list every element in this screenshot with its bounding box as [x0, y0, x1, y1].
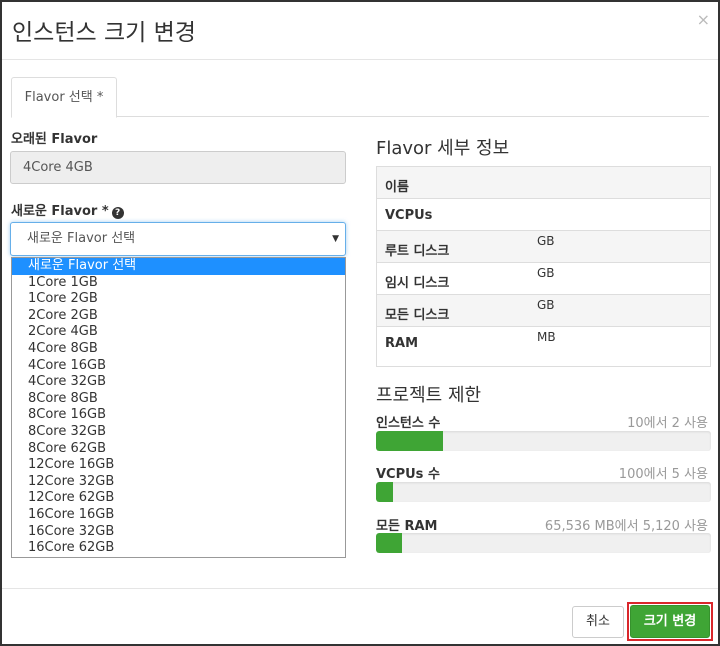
flavor-option[interactable]: 8Core 8GB	[12, 391, 345, 408]
details-unit: GB	[537, 298, 555, 312]
flavor-option[interactable]: 8Core 62GB	[12, 441, 345, 458]
details-row: RAM MB	[377, 327, 710, 359]
flavor-details-title: Flavor 세부 정보	[376, 138, 510, 159]
close-icon[interactable]: ×	[697, 10, 710, 29]
details-row: 임시 디스크 GB	[377, 263, 710, 295]
new-flavor-label: 새로운 Flavor *	[11, 204, 109, 219]
quota-instances-bar	[376, 431, 711, 451]
caret-down-icon: ▼	[332, 234, 339, 244]
flavor-option[interactable]: 4Core 8GB	[12, 341, 345, 358]
quota-ram-fill	[376, 533, 403, 553]
project-limits-title: 프로젝트 제한	[376, 385, 482, 406]
flavor-dropdown-list: 새로운 Flavor 선택 1Core 1GB 1Core 2GB 2Core 2GB…	[11, 257, 346, 558]
details-unit: GB	[537, 234, 555, 248]
flavor-option[interactable]: 2Core 2GB	[12, 308, 345, 325]
details-unit: MB	[537, 330, 556, 344]
flavor-option[interactable]: 2Core 4GB	[12, 324, 345, 341]
help-icon[interactable]: ?	[111, 207, 124, 219]
details-key: 루트 디스크	[385, 244, 450, 259]
details-row: 이름	[377, 167, 710, 199]
quota-instances-value: 10에서 2 사용	[627, 416, 708, 431]
quota-vcpus-label: VCPUs 수	[376, 467, 440, 482]
flavor-option[interactable]: 새로운 Flavor 선택	[12, 258, 345, 275]
details-key: 임시 디스크	[385, 276, 450, 291]
flavor-option[interactable]: 8Core 32GB	[12, 424, 345, 441]
quota-ram-bar	[376, 533, 711, 553]
resize-instance-modal: 인스턴스 크기 변경 × Flavor 선택 * 오래된 Flavor 4Cor…	[0, 0, 720, 646]
tab-bar: Flavor 선택 *	[11, 77, 709, 118]
new-flavor-select[interactable]: 새로운 Flavor 선택 ▼	[10, 222, 346, 256]
flavor-details-table: 이름 VCPUs 루트 디스크 GB 임시 디스크 GB 모든 디스크 GB RAM MB	[376, 166, 711, 367]
quota-ram-value: 65,536 MB에서 5,120 사용	[544, 519, 708, 534]
footer-divider	[2, 588, 718, 589]
details-row: 모든 디스크 GB	[377, 295, 710, 327]
tab-flavor-select[interactable]: Flavor 선택 *	[11, 77, 117, 118]
quota-vcpus-bar	[376, 482, 711, 502]
details-row: 루트 디스크 GB	[377, 231, 710, 263]
flavor-option[interactable]: 4Core 16GB	[12, 358, 345, 375]
quota-vcpus-fill	[376, 482, 393, 502]
flavor-option[interactable]: 16Core 16GB	[12, 507, 345, 524]
details-key: RAM	[385, 336, 419, 351]
details-key: 이름	[385, 180, 409, 195]
resize-submit-button[interactable]: 크기 변경	[630, 605, 710, 638]
details-unit: GB	[537, 266, 555, 280]
quota-instances-label: 인스턴스 수	[376, 416, 441, 431]
new-flavor-label-row: 새로운 Flavor *?	[11, 200, 124, 219]
flavor-option[interactable]: 8Core 16GB	[12, 407, 345, 424]
flavor-option[interactable]: 4Core 32GB	[12, 374, 345, 391]
flavor-option[interactable]: 1Core 2GB	[12, 291, 345, 308]
flavor-option[interactable]: 1Core 1GB	[12, 275, 345, 292]
details-row: VCPUs	[377, 199, 710, 231]
modal-header: 인스턴스 크기 변경 ×	[2, 2, 718, 60]
flavor-option[interactable]: 16Core 62GB	[12, 540, 345, 557]
cancel-button[interactable]: 취소	[572, 606, 624, 638]
flavor-option[interactable]: 16Core 32GB	[12, 524, 345, 541]
flavor-option[interactable]: 12Core 16GB	[12, 457, 345, 474]
quota-ram-label: 모든 RAM	[376, 519, 438, 534]
flavor-option[interactable]: 12Core 62GB	[12, 490, 345, 507]
old-flavor-field: 4Core 4GB	[10, 151, 346, 184]
select-value: 새로운 Flavor 선택	[27, 231, 136, 246]
quota-vcpus-value: 100에서 5 사용	[618, 467, 708, 482]
flavor-option[interactable]: 12Core 32GB	[12, 474, 345, 491]
modal-title: 인스턴스 크기 변경	[12, 20, 196, 46]
old-flavor-label: 오래된 Flavor	[11, 132, 98, 147]
details-key: 모든 디스크	[385, 308, 450, 323]
quota-instances-fill	[376, 431, 443, 451]
details-key: VCPUs	[385, 208, 433, 223]
